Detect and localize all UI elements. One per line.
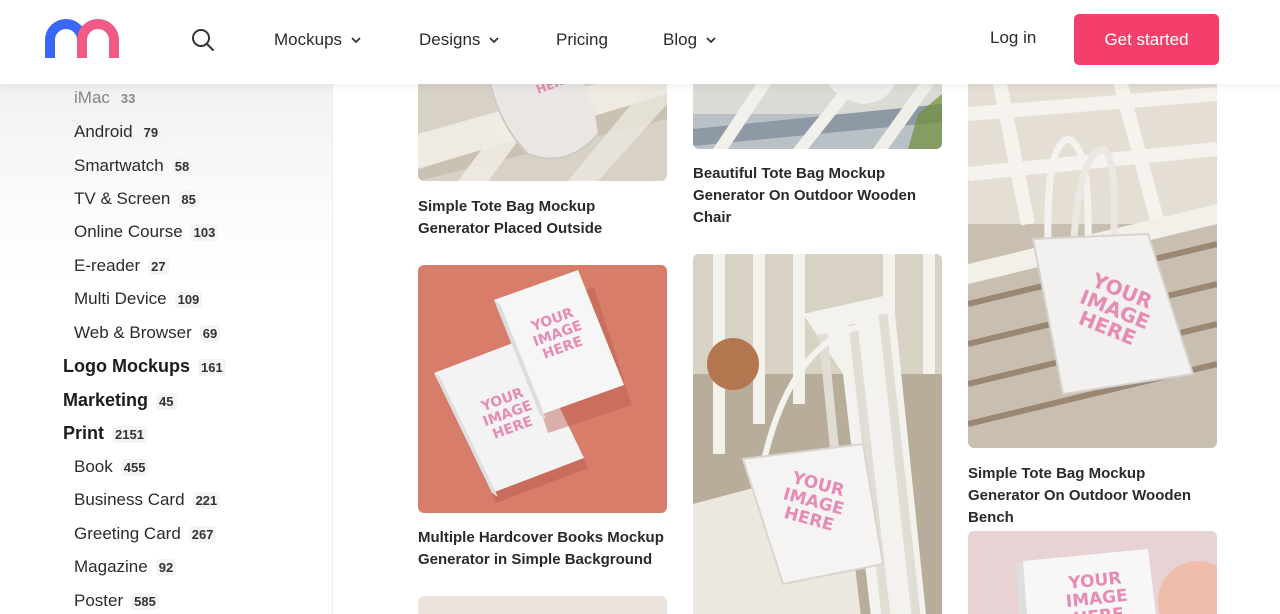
- sidebar-item-android[interactable]: Android 79: [74, 122, 162, 142]
- tote-bag-photo: HERE: [418, 84, 667, 181]
- mockup-grid: HERE Simple Tote Bag Mockup Generator Pl…: [334, 84, 1280, 614]
- sidebar-item-count: 2151: [112, 426, 147, 443]
- sidebar-item-count: 33: [117, 90, 139, 107]
- sidebar-item-count: 58: [171, 158, 193, 175]
- sidebar-item-print[interactable]: Print 2151: [63, 423, 147, 444]
- sidebar-item-count: 92: [155, 559, 177, 576]
- sidebar-item-tv-screen[interactable]: TV & Screen 85: [74, 189, 199, 209]
- sidebar-item-poster[interactable]: Poster 585: [74, 591, 159, 611]
- sidebar-item-label: Web & Browser: [74, 323, 192, 342]
- mockup-thumbnail[interactable]: YOUR IMAGE HERE YOUR IMAGE HERE: [418, 265, 667, 513]
- sidebar-item-label: Business Card: [74, 490, 185, 509]
- sidebar-item-label: iMac: [74, 88, 110, 107]
- mockup-thumbnail[interactable]: HERE: [418, 84, 667, 181]
- sidebar-item-count: 79: [140, 124, 162, 141]
- get-started-button[interactable]: Get started: [1074, 14, 1219, 65]
- sidebar-item-marketing[interactable]: Marketing 45: [63, 390, 177, 411]
- nav-blog-label: Blog: [663, 30, 698, 49]
- nav-mockups[interactable]: Mockups: [274, 28, 362, 52]
- sidebar-item-label: Greeting Card: [74, 524, 181, 543]
- mockup-thumbnail[interactable]: YOUR IMAGE HERE: [968, 84, 1217, 448]
- sidebar-item-web-browser[interactable]: Web & Browser 69: [74, 323, 221, 343]
- tote-bench-photo: YOUR IMAGE HERE: [968, 84, 1217, 448]
- mockup-title[interactable]: Simple Tote Bag Mockup Generator Placed …: [418, 196, 670, 240]
- nav-blog[interactable]: Blog: [663, 28, 717, 52]
- sidebar-item-label: Book: [74, 457, 113, 476]
- sidebar-item-greeting-card[interactable]: Greeting Card 267: [74, 524, 217, 544]
- tote-chair-photo: [693, 84, 942, 149]
- sidebar-item-label: Poster: [74, 591, 124, 610]
- sidebar-item-online-course[interactable]: Online Course 103: [74, 222, 219, 242]
- nav-designs[interactable]: Designs: [419, 28, 500, 52]
- sidebar-item-count: 109: [174, 291, 203, 308]
- nav-pricing[interactable]: Pricing: [556, 28, 608, 52]
- sidebar-item-label: Magazine: [74, 557, 148, 576]
- nav-mockups-label: Mockups: [274, 30, 343, 49]
- sidebar-item-imac[interactable]: iMac 33: [74, 88, 139, 108]
- sidebar-item-count: 103: [190, 224, 219, 241]
- chevron-down-icon: [351, 37, 361, 44]
- chevron-down-icon: [489, 37, 500, 44]
- sidebar-item-magazine[interactable]: Magazine 92: [74, 557, 177, 577]
- brand-logo[interactable]: [44, 18, 122, 62]
- sidebar-item-count: 45: [156, 393, 177, 410]
- book-pink-photo: YOUR IMAGE HERE: [968, 531, 1217, 614]
- sidebar-item-label: Online Course: [74, 222, 183, 241]
- tote-white-chair-photo: YOUR IMAGE HERE: [693, 254, 942, 614]
- sidebar-item-label: Smartwatch: [74, 156, 164, 175]
- sidebar-item-count: 585: [131, 593, 159, 610]
- sidebar-item-e-reader[interactable]: E-reader 27: [74, 256, 169, 276]
- mockup-title[interactable]: Simple Tote Bag Mockup Generator On Outd…: [968, 463, 1220, 529]
- sidebar-item-logo-mockups[interactable]: Logo Mockups 161: [63, 356, 226, 377]
- sidebar-item-label: Multi Device: [74, 289, 167, 308]
- sidebar-item-multi-device[interactable]: Multi Device 109: [74, 289, 203, 309]
- mockup-thumbnail[interactable]: YOUR IMAGE HERE: [693, 254, 942, 614]
- chevron-down-icon: [706, 37, 716, 44]
- sidebar-item-count: 69: [199, 325, 221, 342]
- mockup-thumbnail[interactable]: YOUR IMAGE HERE: [968, 531, 1217, 614]
- sidebar-item-label: E-reader: [74, 256, 141, 275]
- category-sidebar: iMac 33 Android 79 Smartwatch 58 TV & Sc…: [0, 84, 333, 614]
- mockup-title[interactable]: Beautiful Tote Bag Mockup Generator On O…: [693, 163, 945, 229]
- sidebar-item-label: Marketing: [63, 390, 149, 410]
- sidebar-item-book[interactable]: Book 455: [74, 457, 149, 477]
- sidebar-item-label: Android: [74, 122, 133, 141]
- nav-designs-label: Designs: [419, 30, 481, 49]
- search-icon[interactable]: [190, 27, 216, 53]
- mockup-thumbnail[interactable]: [418, 596, 667, 614]
- sidebar-item-label: Print: [63, 423, 105, 443]
- sidebar-item-count: 267: [188, 526, 217, 543]
- nav-pricing-label: Pricing: [556, 30, 608, 49]
- sidebar-item-smartwatch[interactable]: Smartwatch 58: [74, 156, 193, 176]
- sidebar-item-business-card[interactable]: Business Card 221: [74, 490, 221, 510]
- books-photo: YOUR IMAGE HERE YOUR IMAGE HERE: [418, 265, 667, 513]
- sidebar-item-label: TV & Screen: [74, 189, 171, 208]
- sidebar-item-count: 161: [198, 359, 226, 376]
- sidebar-item-count: 455: [120, 459, 149, 476]
- sidebar-item-label: Logo Mockups: [63, 356, 190, 376]
- mockup-thumbnail[interactable]: [693, 84, 942, 149]
- sidebar-item-count: 85: [178, 191, 199, 208]
- sidebar-item-count: 221: [192, 492, 221, 509]
- top-navbar: Mockups Designs Pricing Blog Log in Get …: [0, 0, 1280, 84]
- login-link[interactable]: Log in: [990, 28, 1036, 48]
- mockup-title[interactable]: Multiple Hardcover Books Mockup Generato…: [418, 527, 670, 571]
- sidebar-item-count: 27: [148, 258, 169, 275]
